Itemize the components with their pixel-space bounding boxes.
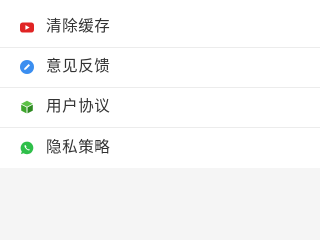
whatsapp-icon	[19, 140, 35, 156]
settings-menu: 清除缓存 意见反馈 用户协议 隐私策略	[0, 0, 320, 168]
menu-item-privacy-policy[interactable]: 隐私策略	[0, 127, 320, 168]
feedback-icon	[19, 59, 35, 75]
menu-item-label: 隐私策略	[46, 137, 111, 156]
menu-item-user-agreement[interactable]: 用户协议	[0, 87, 320, 127]
cube-icon	[19, 99, 35, 115]
menu-item-label: 用户协议	[46, 97, 111, 116]
youtube-icon	[19, 19, 35, 35]
menu-item-label: 意见反馈	[46, 57, 111, 76]
menu-item-label: 清除缓存	[46, 17, 111, 35]
menu-item-feedback[interactable]: 意见反馈	[0, 47, 320, 87]
menu-item-clear-cache[interactable]: 清除缓存	[0, 0, 320, 47]
